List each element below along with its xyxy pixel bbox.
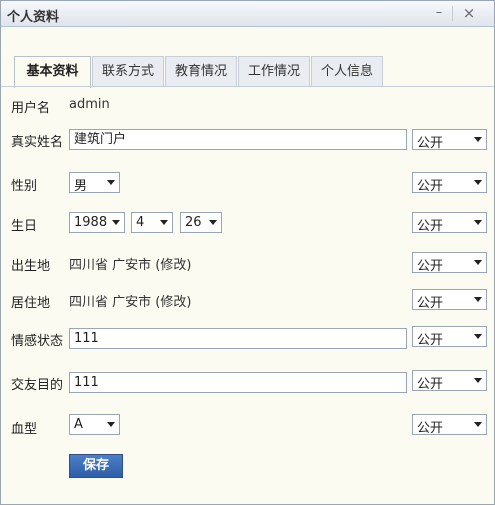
birthplace-privacy-select[interactable]: 公开	[412, 252, 487, 274]
minimize-button[interactable]: –	[431, 5, 447, 21]
emotion-privacy-select[interactable]: 公开	[412, 326, 487, 348]
tab-personal[interactable]: 个人信息	[311, 56, 383, 86]
birth-month-select[interactable]: 4	[131, 212, 173, 233]
purpose-privacy-select[interactable]: 公开	[412, 370, 487, 392]
chevron-down-icon	[474, 297, 482, 302]
tab-underline	[1, 86, 494, 87]
chevron-down-icon	[474, 220, 482, 225]
residence-value[interactable]: 四川省 广安市 (修改)	[69, 291, 191, 310]
birth-year-value: 1988	[74, 215, 108, 230]
bloodtype-privacy-select[interactable]: 公开	[412, 414, 487, 436]
username-value: admin	[69, 97, 110, 112]
chevron-down-icon	[107, 180, 115, 185]
birth-year-select[interactable]: 1988	[69, 212, 125, 233]
emotion-input[interactable]: 111	[69, 328, 407, 349]
birthplace-privacy-value: 公开	[417, 259, 444, 274]
birthday-privacy-value: 公开	[417, 219, 444, 234]
purpose-privacy-value: 公开	[417, 377, 444, 392]
gender-privacy-select[interactable]: 公开	[412, 172, 487, 194]
residence-privacy-value: 公开	[417, 296, 444, 311]
title-bar: 个人资料 – ×	[1, 1, 494, 27]
close-button[interactable]: ×	[461, 5, 477, 21]
chevron-down-icon	[474, 334, 482, 339]
emotion-privacy-value: 公开	[417, 333, 444, 348]
title-separator	[452, 6, 453, 21]
bloodtype-privacy-value: 公开	[417, 421, 444, 436]
chevron-down-icon	[474, 422, 482, 427]
realname-label: 真实姓名	[11, 135, 64, 150]
profile-window: 个人资料 – × 基本资料 联系方式 教育情况 工作情况 个人信息 用户名 ad…	[0, 0, 495, 505]
birthplace-label: 出生地	[11, 259, 51, 274]
bloodtype-label: 血型	[11, 422, 38, 437]
chevron-down-icon	[474, 137, 482, 142]
gender-value: 男	[74, 179, 88, 194]
birth-day-value: 26	[185, 215, 202, 230]
purpose-input[interactable]: 111	[69, 372, 407, 393]
gender-label: 性别	[11, 179, 38, 194]
tab-basic-info[interactable]: 基本资料	[14, 56, 91, 88]
residence-privacy-select[interactable]: 公开	[412, 289, 487, 311]
realname-privacy-select[interactable]: 公开	[412, 129, 487, 151]
username-label: 用户名	[11, 101, 51, 116]
birth-day-select[interactable]: 26	[180, 212, 222, 233]
chevron-down-icon	[209, 220, 217, 225]
tab-contact[interactable]: 联系方式	[92, 56, 164, 86]
tab-work[interactable]: 工作情况	[238, 56, 310, 86]
save-button[interactable]: 保存	[69, 454, 123, 478]
realname-privacy-value: 公开	[417, 136, 444, 151]
birth-month-value: 4	[136, 215, 145, 230]
chevron-down-icon	[112, 220, 120, 225]
chevron-down-icon	[107, 422, 115, 427]
gender-privacy-value: 公开	[417, 179, 444, 194]
chevron-down-icon	[474, 378, 482, 383]
gender-select[interactable]: 男	[69, 172, 120, 194]
window-title: 个人资料	[7, 10, 60, 25]
bloodtype-value: A	[74, 417, 83, 432]
emotion-label: 情感状态	[11, 334, 64, 349]
birthplace-value[interactable]: 四川省 广安市 (修改)	[69, 254, 191, 273]
chevron-down-icon	[474, 180, 482, 185]
realname-input[interactable]: 建筑门户	[69, 129, 407, 150]
birthday-label: 生日	[11, 219, 38, 234]
bloodtype-select[interactable]: A	[69, 414, 120, 435]
chevron-down-icon	[160, 220, 168, 225]
tab-education[interactable]: 教育情况	[165, 56, 237, 86]
birthday-privacy-select[interactable]: 公开	[412, 212, 487, 234]
chevron-down-icon	[474, 260, 482, 265]
purpose-label: 交友目的	[11, 378, 64, 393]
residence-label: 居住地	[11, 296, 51, 311]
